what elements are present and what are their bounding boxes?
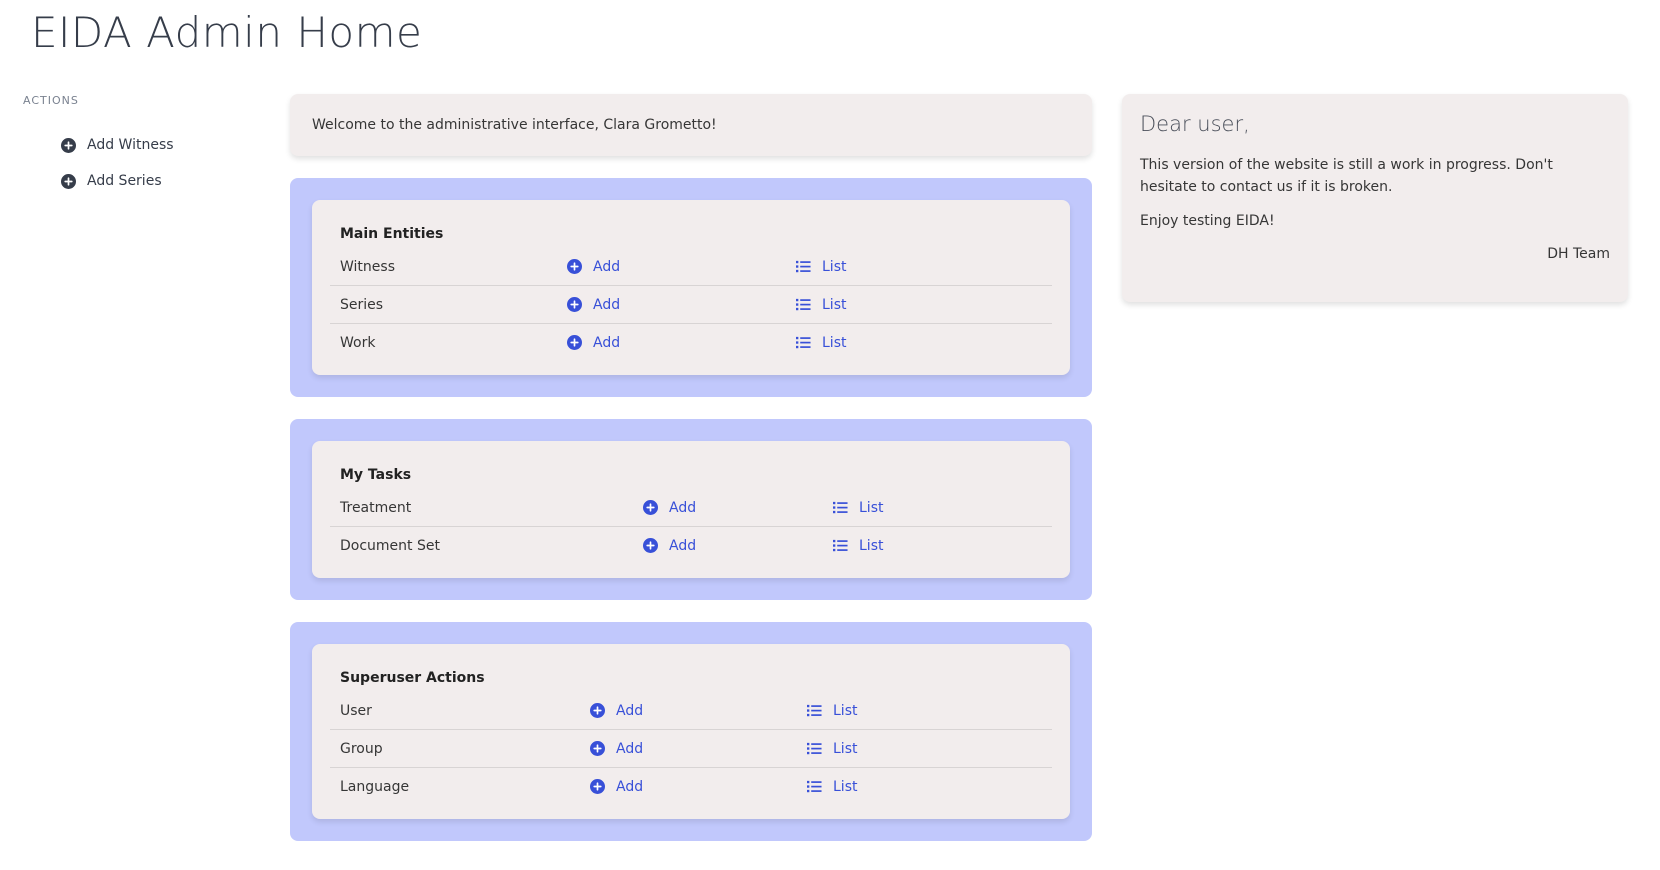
add-label: Add [669, 537, 697, 554]
list-group-link[interactable]: List [807, 741, 857, 757]
notice-title: Dear user, [1140, 112, 1250, 136]
section-title: Main Entities [340, 226, 444, 242]
plus-circle-icon [643, 499, 659, 516]
row-label: Work [340, 334, 376, 351]
add-label: Add [593, 258, 621, 275]
notice-signature: DH Team [1547, 246, 1610, 262]
add-work-link[interactable]: Add [567, 334, 621, 351]
list-user-link[interactable]: List [807, 703, 857, 719]
superuser-actions-card: Superuser Actions User Add List Group Ad… [312, 644, 1070, 819]
list-icon [807, 779, 823, 795]
main-entities-panel: Main Entities Witness Add List Series Ad… [290, 178, 1092, 397]
notice-paragraph: This version of the website is still a w… [1140, 157, 1553, 195]
section-title: Superuser Actions [340, 670, 485, 686]
list-label: List [833, 702, 858, 719]
add-document-set-link[interactable]: Add [643, 537, 697, 554]
plus-circle-icon [567, 296, 583, 313]
list-work-link[interactable]: List [796, 335, 846, 351]
plus-circle-icon [590, 778, 606, 795]
row-label: Document Set [340, 537, 440, 554]
table-row: Language Add List [330, 768, 1052, 805]
list-label: List [833, 740, 858, 757]
list-icon [833, 538, 849, 554]
list-witness-link[interactable]: List [796, 259, 846, 275]
add-label: Add [593, 296, 621, 313]
notice-paragraph: Enjoy testing EIDA! [1140, 213, 1275, 229]
list-series-link[interactable]: List [796, 297, 846, 313]
list-icon [807, 703, 823, 719]
plus-circle-icon [643, 537, 659, 554]
row-label: Language [340, 778, 410, 795]
add-group-link[interactable]: Add [590, 740, 644, 757]
add-language-link[interactable]: Add [590, 778, 644, 795]
add-witness-link[interactable]: Add [567, 258, 621, 275]
list-treatment-link[interactable]: List [833, 500, 883, 516]
sidebar-actions-label: ACTIONS [23, 94, 79, 107]
row-label: Witness [340, 258, 395, 275]
notice-card: Dear user, This version of the website i… [1122, 94, 1628, 302]
add-treatment-link[interactable]: Add [643, 499, 697, 516]
table-row: Document Set Add List [330, 527, 1052, 564]
list-label: List [822, 296, 847, 313]
sidebar: ACTIONS Add Witness Add Series [23, 94, 243, 199]
table-row: Group Add List [330, 730, 1052, 768]
sidebar-item-label: Add Witness [87, 137, 174, 153]
list-icon [833, 500, 849, 516]
list-icon [796, 297, 812, 313]
list-icon [807, 741, 823, 757]
sidebar-item-label: Add Series [87, 173, 162, 189]
my-tasks-panel: My Tasks Treatment Add List Document Set… [290, 419, 1092, 600]
table-row: Treatment Add List [330, 489, 1052, 527]
table-row: User Add List [330, 692, 1052, 730]
main-content: Welcome to the administrative interface,… [290, 94, 1092, 841]
row-label: Group [340, 740, 383, 757]
section-title: My Tasks [340, 467, 412, 483]
list-label: List [833, 778, 858, 795]
page-title: EIDA Admin Home [31, 8, 423, 57]
plus-circle-icon [61, 137, 76, 153]
list-icon [796, 335, 812, 351]
add-label: Add [669, 499, 697, 516]
list-label: List [822, 334, 847, 351]
table-row: Series Add List [330, 286, 1052, 324]
row-label: Treatment [340, 499, 412, 516]
plus-circle-icon [590, 702, 606, 719]
list-document-set-link[interactable]: List [833, 538, 883, 554]
plus-circle-icon [61, 173, 76, 189]
plus-circle-icon [567, 334, 583, 351]
welcome-message: Welcome to the administrative interface,… [312, 117, 717, 133]
add-user-link[interactable]: Add [590, 702, 644, 719]
add-label: Add [616, 778, 644, 795]
list-icon [796, 259, 812, 275]
welcome-card: Welcome to the administrative interface,… [290, 94, 1092, 156]
list-label: List [859, 537, 884, 554]
list-language-link[interactable]: List [807, 779, 857, 795]
add-label: Add [593, 334, 621, 351]
sidebar-item-add-witness[interactable]: Add Witness [61, 127, 243, 163]
superuser-actions-panel: Superuser Actions User Add List Group Ad… [290, 622, 1092, 841]
row-label: Series [340, 296, 384, 313]
add-label: Add [616, 740, 644, 757]
list-label: List [859, 499, 884, 516]
add-series-link[interactable]: Add [567, 296, 621, 313]
main-entities-card: Main Entities Witness Add List Series Ad… [312, 200, 1070, 375]
table-row: Work Add List [330, 324, 1052, 361]
list-label: List [822, 258, 847, 275]
plus-circle-icon [567, 258, 583, 275]
table-row: Witness Add List [330, 248, 1052, 286]
plus-circle-icon [590, 740, 606, 757]
add-label: Add [616, 702, 644, 719]
row-label: User [340, 702, 372, 719]
my-tasks-card: My Tasks Treatment Add List Document Set… [312, 441, 1070, 578]
sidebar-item-add-series[interactable]: Add Series [61, 163, 243, 199]
